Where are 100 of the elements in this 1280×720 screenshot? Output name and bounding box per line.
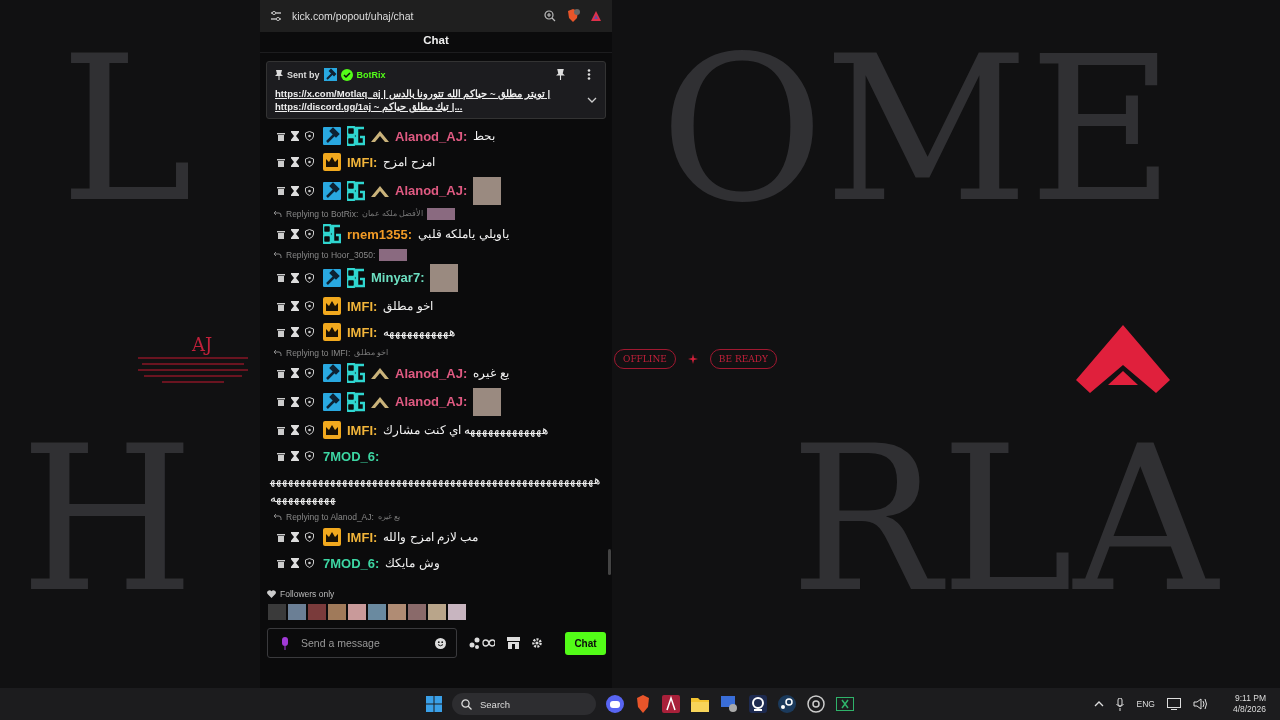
username[interactable]: IMFI:	[347, 324, 378, 340]
hourglass-icon[interactable]	[291, 532, 299, 542]
username[interactable]: Alanod_AJ:	[395, 128, 468, 144]
clock-date[interactable]: 4/8/2026	[1232, 704, 1266, 715]
delete-icon[interactable]	[277, 368, 285, 378]
message-text: يع غيره	[473, 366, 509, 380]
username[interactable]: IMFI:	[347, 154, 378, 170]
microphone-icon[interactable]	[1116, 697, 1125, 711]
username[interactable]: Alanod_AJ:	[395, 365, 468, 381]
settings-icon[interactable]	[270, 10, 282, 22]
more-options-icon[interactable]	[587, 69, 591, 80]
hourglass-icon[interactable]	[291, 131, 299, 141]
shield-icon[interactable]	[305, 327, 314, 337]
reply-label[interactable]: Replying to IMFI:	[286, 347, 351, 358]
hourglass-icon[interactable]	[291, 185, 299, 196]
shield-icon[interactable]	[305, 301, 314, 311]
caret-up-icon[interactable]	[1094, 701, 1105, 707]
letter-a-app-icon[interactable]	[662, 695, 680, 713]
overlay-title: AJ	[192, 334, 213, 355]
username[interactable]: Alanod_AJ:	[395, 394, 468, 409]
smiley-icon[interactable]	[435, 637, 446, 649]
hourglass-icon[interactable]	[291, 425, 299, 435]
delete-icon[interactable]	[277, 327, 285, 337]
triangle-icon[interactable]	[590, 10, 602, 22]
store-icon[interactable]	[507, 637, 520, 649]
shield-icon[interactable]	[305, 157, 314, 167]
pinned-text-line[interactable]: https://discord.gg/1aj ~ تيك مطلق حياكم |...	[275, 100, 579, 113]
settings-icon[interactable]	[532, 638, 542, 648]
hourglass-icon[interactable]	[291, 327, 299, 337]
shield-icon[interactable]	[305, 532, 314, 542]
delete-icon[interactable]	[277, 157, 285, 167]
expand-chevron-icon[interactable]	[587, 97, 597, 103]
username[interactable]: 7MOD_6:	[323, 448, 380, 464]
shield-icon[interactable]	[305, 272, 314, 283]
hourglass-icon[interactable]	[291, 272, 299, 283]
speaker-icon[interactable]	[1192, 698, 1207, 710]
pinned-text-line[interactable]: https://x.com/Motlaq_aj | تويتر مطلق ~ حياكم الله تتورونا بالدس |	[275, 87, 579, 100]
delete-icon[interactable]	[277, 131, 285, 141]
hourglass-icon[interactable]	[291, 368, 299, 378]
author-name[interactable]: BotRix	[356, 69, 386, 80]
message-text: بحط	[473, 129, 496, 143]
aperture-icon[interactable]	[807, 695, 825, 713]
message-text: هههههههههههههه اي كنت مشارك	[383, 423, 549, 437]
delete-icon[interactable]	[277, 273, 285, 282]
folder-icon[interactable]	[691, 696, 709, 712]
username[interactable]: 7MOD_6:	[323, 555, 380, 571]
spreadsheet-icon[interactable]	[836, 697, 854, 711]
delete-icon[interactable]	[277, 301, 285, 311]
delete-icon[interactable]	[277, 186, 285, 195]
reply-label[interactable]: Replying to Alanod_AJ:	[286, 511, 374, 522]
hourglass-icon[interactable]	[291, 451, 299, 461]
shield-icon[interactable]	[305, 131, 314, 141]
sent-by-label: Sent by	[287, 69, 320, 80]
pin-icon[interactable]	[556, 69, 565, 80]
taskbar-search-field[interactable]: Search	[452, 693, 596, 715]
delete-icon[interactable]	[277, 397, 285, 406]
message-input-box[interactable]: Send a message	[267, 628, 457, 658]
message-text: اخو مطلق	[383, 299, 433, 313]
search-icon	[461, 698, 472, 710]
hourglass-icon[interactable]	[291, 229, 299, 239]
chat-app-icon[interactable]	[606, 695, 624, 713]
reply-arrow-icon	[273, 512, 282, 521]
webcam-icon[interactable]	[749, 695, 767, 713]
search-placeholder: Search	[480, 698, 511, 710]
hourglass-icon[interactable]	[291, 558, 299, 568]
shield-icon[interactable]	[305, 368, 314, 378]
heart-icon	[267, 590, 276, 598]
shield-icon[interactable]	[305, 425, 314, 435]
points-icon[interactable]	[469, 637, 495, 649]
shield-icon[interactable]	[305, 396, 314, 407]
shield-icon[interactable]	[305, 558, 314, 568]
delete-icon[interactable]	[277, 425, 285, 435]
hourglass-icon[interactable]	[291, 396, 299, 407]
delete-icon[interactable]	[277, 229, 285, 239]
monitor-icon[interactable]	[1166, 698, 1181, 710]
username[interactable]: IMFI:	[347, 422, 378, 438]
hourglass-icon[interactable]	[291, 301, 299, 311]
reply-label[interactable]: Replying to BotRix:	[286, 208, 359, 219]
hourglass-icon[interactable]	[291, 157, 299, 167]
delete-icon[interactable]	[277, 451, 285, 461]
username[interactable]: IMFI:	[347, 529, 378, 545]
clock-time[interactable]: 9:11 PM	[1234, 693, 1266, 704]
username[interactable]: rnem1355:	[347, 226, 413, 242]
username[interactable]: IMFI:	[347, 298, 378, 314]
delete-icon[interactable]	[277, 532, 285, 542]
shield-icon[interactable]	[305, 451, 314, 461]
language-indicator[interactable]: ENG	[1136, 699, 1155, 709]
shield-icon[interactable]	[305, 229, 314, 239]
zoom-icon[interactable]	[544, 10, 556, 22]
username[interactable]: Alanod_AJ:	[395, 183, 468, 198]
chat-send-button[interactable]: Chat	[565, 631, 606, 655]
message-text: ياويلي ياملكه قلبي	[418, 227, 509, 241]
delete-icon[interactable]	[277, 558, 285, 568]
address-bar[interactable]: kick.com/popout/uhaj/chat	[260, 0, 612, 32]
shield-icon[interactable]	[305, 185, 314, 196]
windows-start-icon[interactable]	[426, 696, 442, 712]
reply-label[interactable]: Replying to Hoor_3050:	[286, 249, 376, 260]
chat-title: Chat	[260, 32, 612, 53]
username[interactable]: Minyar7:	[371, 270, 425, 285]
message-input-field[interactable]: Send a message	[299, 636, 425, 650]
